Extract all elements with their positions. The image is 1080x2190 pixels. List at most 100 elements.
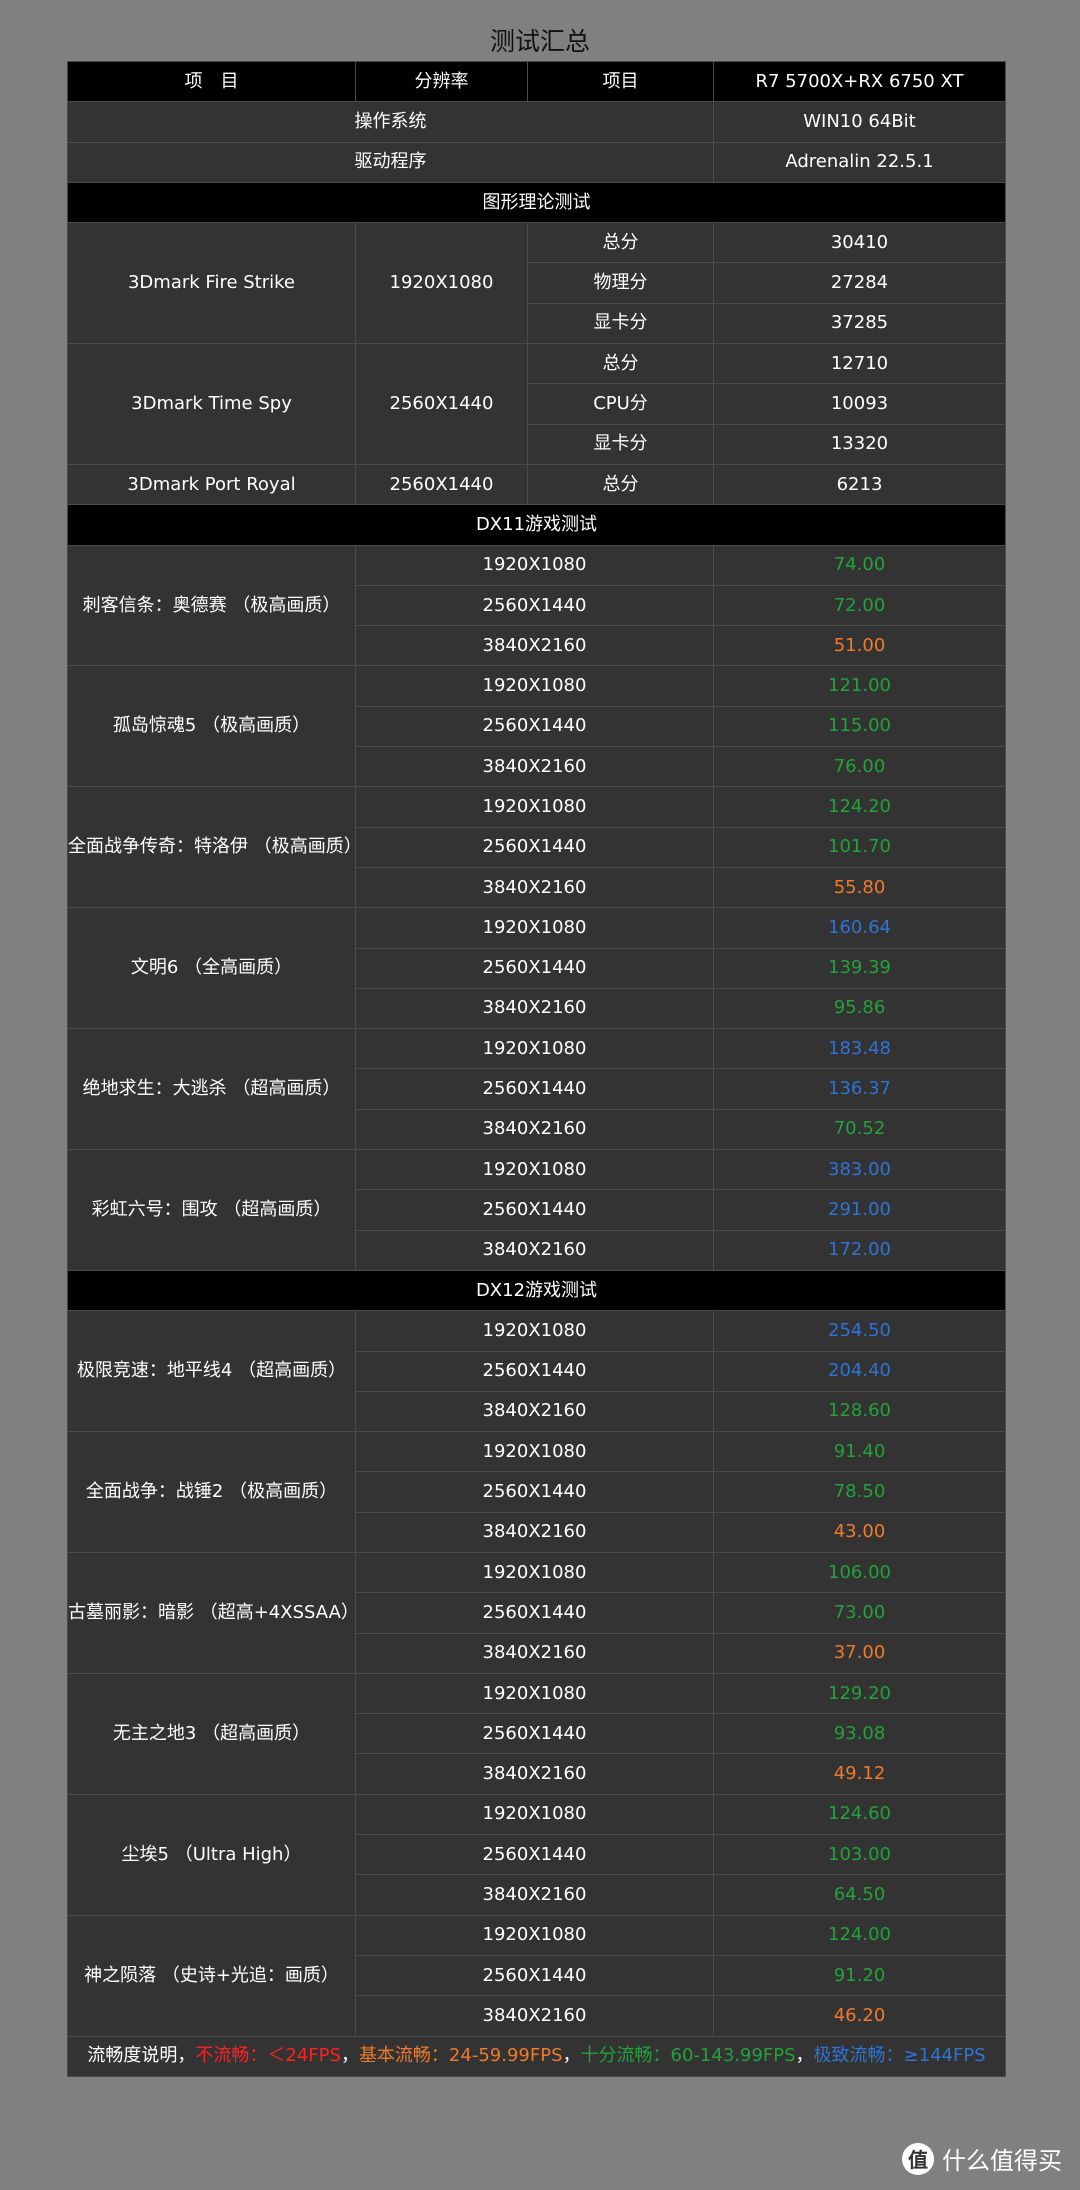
benchmark-item: 显卡分 [527,302,714,345]
game-resolution: 2560X1440 [355,705,714,748]
game-result-row: 古墓丽影：暗影 （超高+4XSSAA） 1920X1080 106.00 [67,1551,1006,1674]
benchmark-resolution: 1920X1080 [355,222,528,345]
game-result-row: 彩虹六号：围攻 （超高画质） 1920X1080 383.00 [67,1149,1006,1271]
game-resolution: 1920X1080 [355,1793,714,1836]
benchmark-row: 3Dmark Fire Strike 1920X1080 总分 30410 [67,222,1006,345]
legend-separator: ， [562,2045,581,2067]
game-fps: 172.00 [713,1229,1006,1271]
info-value: Adrenalin 22.5.1 [713,141,1006,183]
benchmark-resolution: 2560X1440 [355,463,528,506]
game-fps: 291.00 [713,1189,1006,1231]
game-resolution: 1920X1080 [355,1672,714,1715]
game-fps: 51.00 [713,625,1006,667]
game-resolution: 1920X1080 [355,907,714,949]
game-result-row: 无主之地3 （超高画质） 1920X1080 129.20 [67,1672,1006,1795]
game-fps: 204.40 [713,1350,1006,1392]
page-title: 测试汇总 [489,27,590,56]
game-fps: 73.00 [713,1592,1006,1634]
game-fps: 49.12 [713,1753,1006,1795]
game-result-row: 刺客信条：奥德赛 （极高画质） 1920X1080 74.00 [67,544,1006,667]
info-row: 驱动程序 Adrenalin 22.5.1 [67,141,1006,183]
benchmark-resolution: 2560X1440 [355,343,528,465]
benchmark-row: 3Dmark Time Spy 2560X1440 总分 12710 [67,343,1006,465]
legend: 流畅度说明，不流畅：＜24FPS，基本流畅：24-59.99FPS，十分流畅：6… [67,2035,1006,2077]
game-resolution: 2560X1440 [355,584,714,627]
game-result-row: 文明6 （全高画质） 1920X1080 160.64 [67,907,1006,1030]
game-fps: 64.50 [713,1874,1006,1916]
game-resolution: 3840X2160 [355,1632,714,1674]
game-fps: 124.20 [713,786,1006,828]
game-fps: 78.50 [713,1471,1006,1513]
header-resolution: 分辨率 [355,60,528,103]
header-config: R7 5700X+RX 6750 XT [713,60,1006,103]
game-resolution: 1920X1080 [355,1310,714,1352]
game-resolution: 3840X2160 [355,1995,714,2037]
game-name: 文明6 （全高画质） [67,907,356,1030]
game-fps: 43.00 [713,1511,1006,1553]
benchmark-item: 总分 [527,463,714,506]
legend-separator: ， [795,2045,814,2067]
game-name: 彩虹六号：围攻 （超高画质） [67,1149,356,1271]
benchmark-row: 3Dmark Port Royal 2560X1440 总分 6213 [67,463,1006,506]
game-resolution: 3840X2160 [355,1229,714,1271]
game-name: 绝地求生：大逃杀 （超高画质） [67,1028,356,1151]
game-fps: 115.00 [713,705,1006,748]
legend-prefix: 流畅度说明， [87,2045,196,2067]
benchmark-item: 显卡分 [527,423,714,465]
benchmark-item: 总分 [527,222,714,264]
game-resolution: 3840X2160 [355,987,714,1030]
game-resolution: 3840X2160 [355,1108,714,1151]
game-resolution: 3840X2160 [355,746,714,788]
legend-item: 极致流畅：≥144FPS [813,2045,986,2067]
game-fps: 128.60 [713,1390,1006,1433]
section-row: 图形理论测试 [67,181,1006,224]
benchmark-name: 3Dmark Port Royal [67,463,356,506]
benchmark-name: 3Dmark Fire Strike [67,222,356,345]
legend-item: 十分流畅：60-143.99FPS [580,2045,796,2067]
game-resolution: 1920X1080 [355,1914,714,1956]
game-fps: 55.80 [713,866,1006,909]
game-resolution: 2560X1440 [355,1592,714,1634]
benchmark-score: 6213 [713,463,1006,506]
benchmark-item: CPU分 [527,383,714,425]
game-name: 全面战争传奇：特洛伊 （极高画质） [67,786,356,909]
header-subitem: 项目 [527,60,714,103]
game-resolution: 3840X2160 [355,1390,714,1433]
benchmark-score: 30410 [713,222,1006,264]
benchmark-item: 总分 [527,343,714,385]
game-resolution: 1920X1080 [355,1028,714,1070]
game-result-row: 全面战争：战锤2 （极高画质） 1920X1080 91.40 [67,1431,1006,1553]
game-name: 刺客信条：奥德赛 （极高画质） [67,544,356,667]
watermark-text: 什么值得买 [942,2147,1062,2175]
benchmark-score: 12710 [713,343,1006,385]
game-resolution: 3840X2160 [355,1874,714,1916]
game-result-row: 尘埃5 （Ultra High） 1920X1080 124.60 [67,1793,1006,1916]
section-title: 图形理论测试 [67,181,1006,224]
game-resolution: 1920X1080 [355,786,714,828]
game-fps: 160.64 [713,907,1006,949]
game-fps: 106.00 [713,1551,1006,1594]
benchmark-score: 37285 [713,302,1006,345]
summary-table: 项 目分辨率 项目 R7 5700X+RX 6750 XT 操作系统 WIN10 64B… [67,60,1006,2077]
game-fps: 103.00 [713,1834,1006,1876]
game-resolution: 1920X1080 [355,1551,714,1594]
header-row: 项 目分辨率 项目 R7 5700X+RX 6750 XT [67,60,1006,103]
info-label: 操作系统 [67,101,714,143]
info-value: WIN10 64Bit [713,101,1006,143]
game-fps: 74.00 [713,544,1006,586]
game-result-row: 神之陨落 （史诗+光追：画质） 1920X1080 124.00 [67,1914,1006,2037]
watermark-logo-icon: 值 [902,2142,934,2175]
header-item: 项 目 [67,60,356,103]
game-fps: 93.08 [713,1713,1006,1755]
game-resolution: 1920X1080 [355,665,714,707]
game-resolution: 2560X1440 [355,1471,714,1513]
info-row: 操作系统 WIN10 64Bit [67,101,1006,143]
game-fps: 101.70 [713,826,1006,868]
game-fps: 136.37 [713,1068,1006,1110]
game-result-row: 全面战争传奇：特洛伊 （极高画质） 1920X1080 124.20 [67,786,1006,909]
game-resolution: 2560X1440 [355,826,714,868]
legend-separator: ， [340,2045,359,2067]
game-resolution: 2560X1440 [355,1068,714,1110]
game-resolution: 1920X1080 [355,1149,714,1191]
game-fps: 383.00 [713,1149,1006,1191]
